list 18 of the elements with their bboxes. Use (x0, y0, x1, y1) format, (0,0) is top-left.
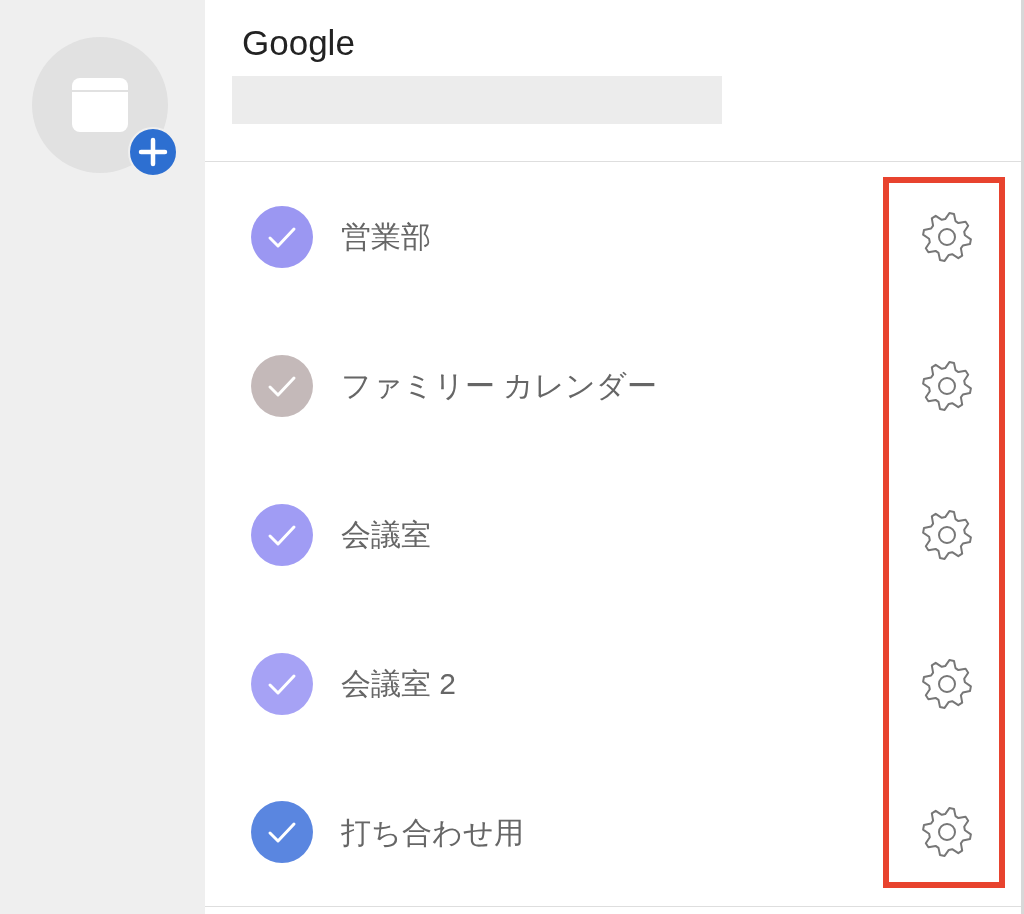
settings-icon[interactable] (920, 656, 974, 711)
add-icon[interactable] (128, 127, 178, 177)
calendar-name: 打ち合わせ用 (341, 814, 525, 851)
calendar-checkbox[interactable] (251, 503, 313, 566)
calendar-checkbox[interactable] (251, 205, 313, 268)
settings-icon[interactable] (920, 358, 974, 413)
account-name: Google (242, 22, 356, 64)
calendar-checkbox[interactable] (251, 801, 313, 863)
calendar-icon (72, 78, 128, 132)
settings-icon[interactable] (920, 805, 974, 859)
settings-icon[interactable] (920, 507, 974, 562)
calendar-name: ファミリー カレンダー (341, 368, 659, 404)
settings-icon[interactable] (920, 209, 974, 264)
calendar-name: 会議室 (341, 517, 432, 553)
calendar-checkbox[interactable] (251, 652, 313, 715)
calendar-name: 営業部 (341, 219, 432, 255)
calendar-name: 会議室 2 (341, 666, 458, 702)
calendar-checkbox[interactable] (251, 354, 313, 417)
